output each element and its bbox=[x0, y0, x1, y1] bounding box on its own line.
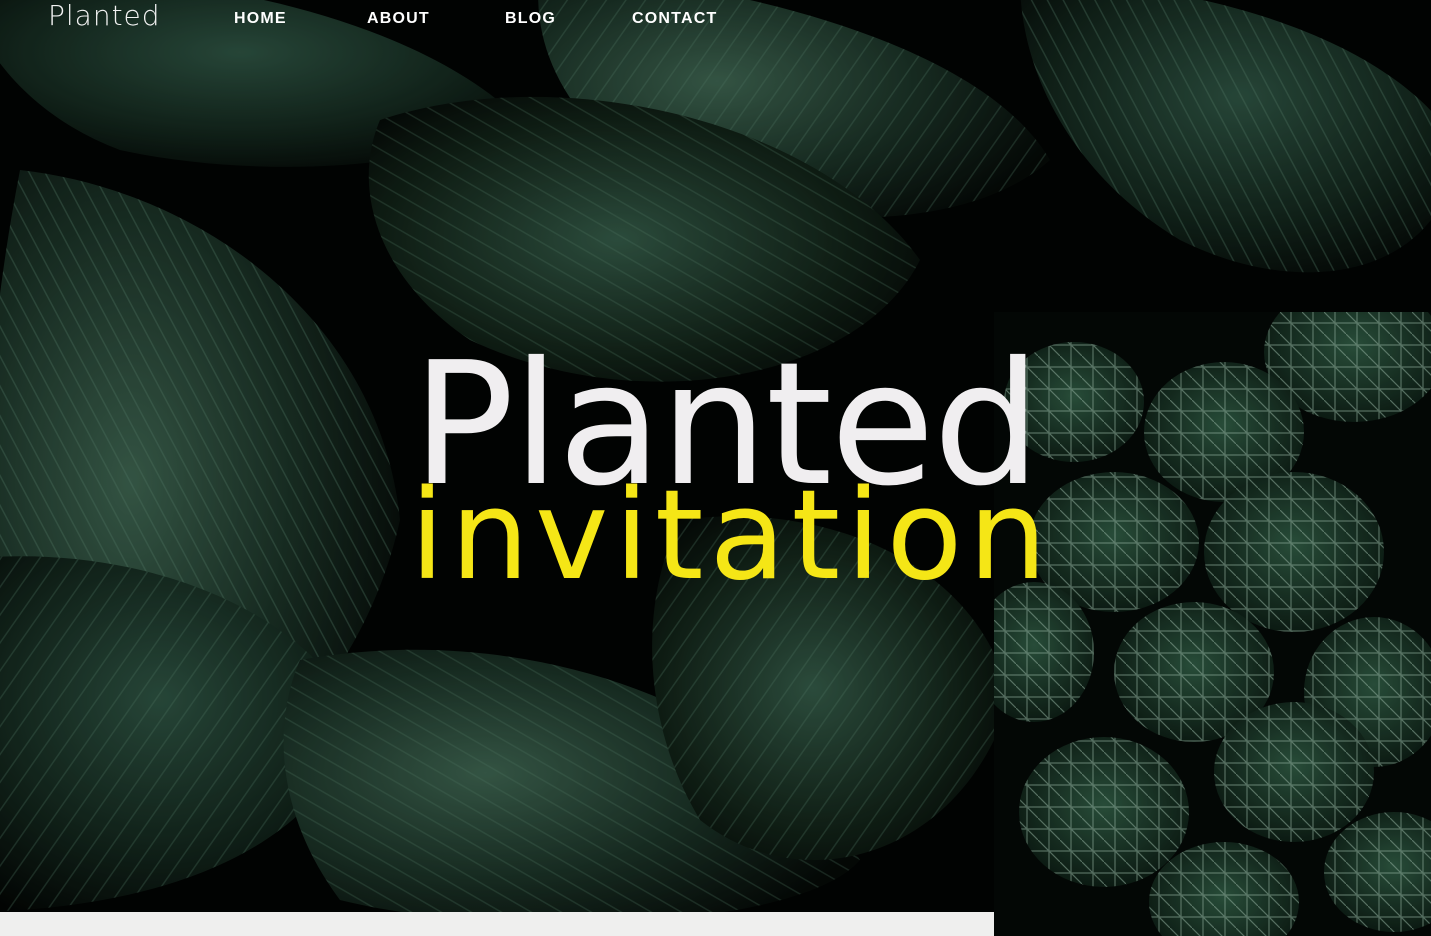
side-leaf-image bbox=[994, 312, 1431, 936]
nav-link-about[interactable]: ABOUT bbox=[367, 9, 430, 29]
top-navigation: Planted HOME ABOUT BLOG CONTACT bbox=[0, 0, 1431, 40]
bottom-section-edge bbox=[0, 912, 994, 936]
nav-link-home[interactable]: HOME bbox=[234, 9, 287, 29]
site-logo[interactable]: Planted bbox=[48, 0, 161, 34]
nav-link-blog[interactable]: BLOG bbox=[505, 9, 556, 29]
landing-page: Planted HOME ABOUT BLOG CONTACT Planted … bbox=[0, 0, 1431, 936]
nav-link-contact[interactable]: CONTACT bbox=[632, 9, 717, 29]
hero-subtitle: invitation bbox=[410, 464, 1054, 608]
